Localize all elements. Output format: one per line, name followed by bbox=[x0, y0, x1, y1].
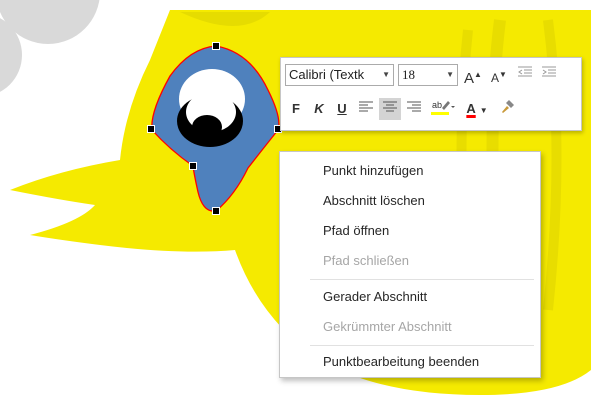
increase-indent-button[interactable] bbox=[539, 64, 559, 86]
font-size-dropdown[interactable]: 18 ▼ bbox=[398, 64, 458, 86]
grow-font-button[interactable]: A▲ bbox=[463, 64, 483, 87]
context-menu: Punkt hinzufügen Abschnitt löschen Pfad … bbox=[279, 151, 541, 378]
font-color-button[interactable]: A ▼ bbox=[463, 98, 491, 120]
menu-item-label: Pfad schließen bbox=[323, 253, 409, 268]
font-size-value: 18 bbox=[402, 67, 415, 82]
underline-label: U bbox=[337, 101, 347, 116]
align-center-icon bbox=[383, 101, 397, 112]
eye-inner-pupil bbox=[192, 115, 222, 139]
increase-indent-icon bbox=[542, 66, 556, 77]
chevron-down-icon: ▼ bbox=[479, 106, 488, 115]
shrink-font-label: A bbox=[491, 71, 500, 85]
bold-label: F bbox=[292, 101, 300, 116]
format-painter-icon bbox=[502, 100, 514, 113]
shrink-font-button[interactable]: A▼ bbox=[489, 64, 509, 86]
menu-item-add-point[interactable]: Punkt hinzufügen bbox=[280, 156, 540, 186]
menu-item-label: Gerader Abschnitt bbox=[323, 289, 428, 304]
menu-item-label: Punkt hinzufügen bbox=[323, 163, 424, 178]
menu-separator bbox=[310, 345, 534, 346]
menu-item-delete-segment[interactable]: Abschnitt löschen bbox=[280, 186, 540, 216]
font-color-label: A bbox=[466, 101, 476, 116]
menu-separator bbox=[310, 279, 534, 280]
align-left-icon bbox=[359, 101, 373, 112]
menu-item-exit-point-edit[interactable]: Punktbearbeitung beenden bbox=[280, 347, 540, 377]
menu-item-straight-segment[interactable]: Gerader Abschnitt bbox=[280, 282, 540, 312]
mini-toolbar: Calibri (Textk ▼ 18 ▼ A▲ A▼ F K U ab A ▼ bbox=[280, 57, 582, 131]
edit-point-handle[interactable] bbox=[212, 42, 220, 50]
edit-point-handle[interactable] bbox=[212, 207, 220, 215]
edit-point-handle[interactable] bbox=[147, 125, 155, 133]
menu-item-label: Gekrümmter Abschnitt bbox=[323, 319, 452, 334]
format-painter-button[interactable] bbox=[497, 98, 519, 120]
grow-font-label: A bbox=[464, 70, 475, 87]
font-name-dropdown[interactable]: Calibri (Textk ▼ bbox=[285, 64, 394, 86]
caret-up-icon: ▲ bbox=[474, 70, 482, 79]
menu-item-curved-segment: Gekrümmter Abschnitt bbox=[280, 312, 540, 342]
underline-button[interactable]: U bbox=[331, 98, 353, 120]
italic-label: K bbox=[314, 101, 324, 116]
menu-item-open-path[interactable]: Pfad öffnen bbox=[280, 216, 540, 246]
svg-text:ab: ab bbox=[432, 100, 442, 110]
chevron-down-icon: ▼ bbox=[446, 70, 454, 79]
font-name-value: Calibri (Textk bbox=[289, 67, 365, 82]
highlight-color-button[interactable]: ab bbox=[429, 98, 457, 120]
bold-button[interactable]: F bbox=[285, 98, 307, 120]
edit-point-handle[interactable] bbox=[189, 162, 197, 170]
align-left-button[interactable] bbox=[355, 98, 377, 120]
italic-button[interactable]: K bbox=[308, 98, 330, 120]
menu-item-close-path: Pfad schließen bbox=[280, 246, 540, 276]
decrease-indent-icon bbox=[518, 66, 532, 77]
menu-item-label: Pfad öffnen bbox=[323, 223, 390, 238]
menu-item-label: Punktbearbeitung beenden bbox=[323, 354, 480, 369]
menu-item-label: Abschnitt löschen bbox=[323, 193, 425, 208]
chevron-down-icon: ▼ bbox=[382, 70, 390, 79]
align-right-icon bbox=[407, 101, 421, 112]
highlighter-icon: ab bbox=[431, 100, 455, 115]
decrease-indent-button[interactable] bbox=[515, 64, 535, 86]
caret-down-icon: ▼ bbox=[499, 70, 507, 79]
align-right-button[interactable] bbox=[403, 98, 425, 120]
align-center-button[interactable] bbox=[379, 98, 401, 120]
